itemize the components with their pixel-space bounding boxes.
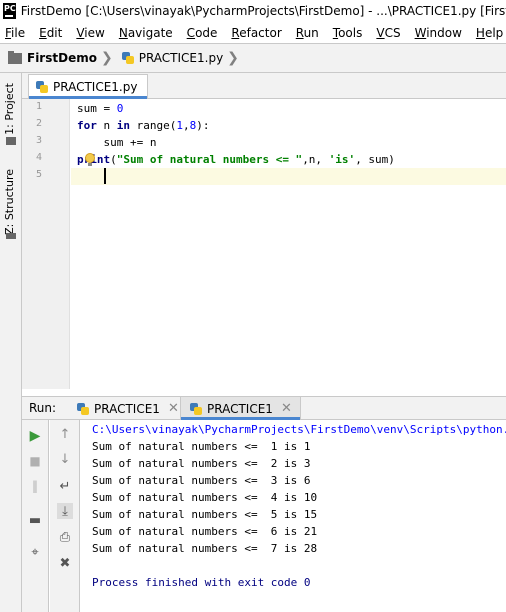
python-file-icon — [189, 402, 203, 416]
menu-refactor[interactable]: Refactor — [224, 26, 288, 40]
scroll-to-end-icon[interactable]: ⤓ — [57, 503, 73, 519]
window-title-bar: PC FirstDemo [C:\Users\vinayak\PycharmPr… — [0, 0, 506, 22]
menu-window[interactable]: Window — [408, 26, 469, 40]
pause-icon[interactable]: ‖ — [27, 478, 43, 494]
chevron-right-icon: ❯ — [100, 50, 113, 66]
run-tab-1[interactable]: PRACTICE1 ✕ — [68, 397, 187, 420]
menu-edit[interactable]: Edit — [32, 26, 69, 40]
menu-tools[interactable]: Tools — [326, 26, 370, 40]
pin-icon[interactable]: ⌖ — [27, 544, 43, 560]
project-tool-tab[interactable]: 1: Project — [3, 83, 16, 135]
menu-help[interactable]: Help — [469, 26, 506, 40]
code-editor[interactable]: sum = 0 for n in range(1,8): sum += n pr… — [71, 99, 506, 389]
chevron-right-icon: ❯ — [227, 50, 239, 66]
structure-tool-tab[interactable]: Z: Structure — [3, 169, 16, 235]
code-line: print("Sum of natural numbers <= ",n, 'i… — [77, 153, 395, 166]
pycharm-logo-icon: PC — [3, 3, 16, 19]
console-line: Sum of natural numbers <= 1 is 1 — [92, 440, 311, 453]
menu-bar: File Edit View Navigate Code Refactor Ru… — [0, 22, 506, 43]
editor-gutter: 1 2 3 4 5 — [22, 99, 70, 389]
print-icon[interactable]: ⎙ — [57, 529, 73, 545]
python-file-icon — [121, 51, 135, 65]
run-toolbar-secondary: ↑ ↓ ↵ ⤓ ⎙ ✖ — [50, 420, 80, 612]
folder-icon — [8, 50, 22, 64]
python-file-icon — [35, 80, 49, 94]
line-number: 5 — [35, 169, 42, 180]
code-line: for n in range(1,8): — [77, 119, 210, 132]
run-panel-label: Run: — [29, 401, 57, 415]
console-line: Sum of natural numbers <= 2 is 3 — [92, 457, 311, 470]
run-panel-header: Run: PRACTICE1 ✕ PRACTICE1 ✕ — [22, 396, 506, 420]
menu-view[interactable]: View — [69, 26, 111, 40]
stop-icon[interactable]: ■ — [27, 453, 43, 469]
up-arrow-icon[interactable]: ↑ — [57, 426, 73, 442]
project-icon[interactable] — [6, 137, 16, 145]
code-line-current — [71, 168, 506, 185]
structure-icon[interactable] — [6, 233, 16, 239]
console-line: Sum of natural numbers <= 5 is 15 — [92, 508, 318, 521]
run-tab-2[interactable]: PRACTICE1 ✕ — [180, 397, 301, 420]
menu-navigate[interactable]: Navigate — [112, 26, 180, 40]
close-icon[interactable]: ✕ — [281, 401, 292, 416]
left-tool-strip: 1: Project Z: Structure — [0, 73, 22, 612]
menu-code[interactable]: Code — [180, 26, 225, 40]
code-line: sum = 0 — [77, 102, 124, 115]
editor-tab-practice1[interactable]: PRACTICE1.py — [28, 74, 149, 99]
close-icon[interactable]: ✕ — [168, 401, 179, 416]
menu-run[interactable]: Run — [289, 26, 326, 40]
breadcrumb: FirstDemo ❯ PRACTICE1.py ❯ — [0, 43, 506, 73]
trash-icon[interactable]: ✖ — [57, 555, 73, 571]
console-line: Sum of natural numbers <= 6 is 21 — [92, 525, 318, 538]
code-line: sum += n — [77, 136, 157, 149]
console-line: Sum of natural numbers <= 4 is 10 — [92, 491, 318, 504]
text-cursor — [104, 168, 106, 184]
python-file-icon — [76, 402, 90, 416]
layout-icon[interactable]: ▬ — [27, 512, 43, 528]
console-line-path[interactable]: C:\Users\vinayak\PycharmProjects\FirstDe… — [92, 421, 506, 438]
console-exit-status: Process finished with exit code 0 — [92, 576, 311, 589]
console-line: Sum of natural numbers <= 3 is 6 — [92, 474, 311, 487]
line-number: 4 — [35, 152, 42, 163]
run-console[interactable]: C:\Users\vinayak\PycharmProjects\FirstDe… — [81, 420, 506, 612]
line-number: 1 — [35, 101, 42, 112]
line-number: 2 — [35, 118, 42, 129]
breadcrumb-project[interactable]: FirstDemo ❯ — [0, 50, 113, 66]
lightbulb-icon[interactable] — [84, 153, 96, 167]
down-arrow-icon[interactable]: ↓ — [57, 451, 73, 467]
run-toolbar-primary: ▶ ■ ‖ ▬ ⌖ — [22, 420, 49, 612]
console-line: Sum of natural numbers <= 7 is 28 — [92, 542, 318, 555]
breadcrumb-file[interactable]: PRACTICE1.py ❯ — [113, 50, 239, 66]
run-icon[interactable]: ▶ — [27, 428, 43, 444]
menu-vcs[interactable]: VCS — [369, 26, 407, 40]
editor-tab-bar: PRACTICE1.py — [22, 73, 506, 99]
soft-wrap-icon[interactable]: ↵ — [57, 478, 73, 494]
menu-file[interactable]: File — [0, 26, 32, 40]
window-title: FirstDemo [C:\Users\vinayak\PycharmProje… — [20, 4, 506, 18]
line-number: 3 — [35, 135, 42, 146]
